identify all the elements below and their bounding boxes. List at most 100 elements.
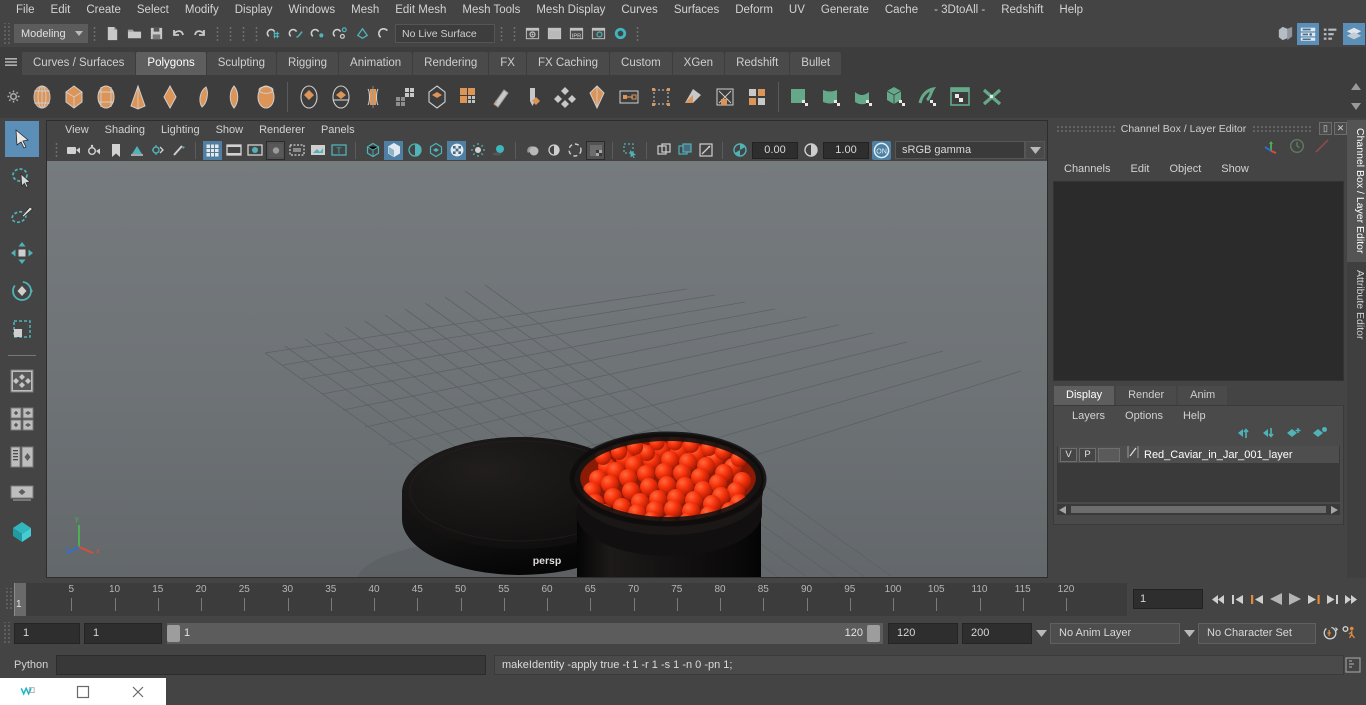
playback-end-time-field[interactable]: 120 (888, 622, 958, 644)
wireframe-icon[interactable] (363, 141, 382, 160)
viewport-menu-renderer[interactable]: Renderer (251, 121, 313, 139)
channel-menu-show[interactable]: Show (1211, 163, 1259, 175)
layer-tab-anim[interactable]: Anim (1178, 386, 1228, 405)
channel-box-content[interactable] (1053, 181, 1344, 381)
color-management-field[interactable]: sRGB gamma (895, 141, 1025, 159)
layer-menu-options[interactable]: Options (1115, 410, 1173, 422)
two-pane-layout-icon[interactable] (5, 401, 39, 437)
command-language-label[interactable]: Python (0, 659, 56, 671)
xray-active-components-icon[interactable] (675, 141, 694, 160)
menu-item-display[interactable]: Display (227, 0, 281, 20)
menu-item-mesh-tools[interactable]: Mesh Tools (454, 0, 528, 20)
use-all-lights-icon[interactable] (468, 141, 487, 160)
menu-item-edit-mesh[interactable]: Edit Mesh (387, 0, 454, 20)
poly-plane-icon[interactable] (186, 80, 218, 114)
playback-start-time-field[interactable]: 1 (84, 622, 162, 644)
auto-key-icon[interactable] (1322, 623, 1339, 643)
snap-to-projected-center-icon[interactable] (330, 24, 350, 44)
uv-editor-icon[interactable] (613, 80, 645, 114)
mirror-icon[interactable] (581, 80, 613, 114)
anim-layer-dropdown-icon[interactable] (1032, 623, 1050, 644)
bridge-icon[interactable] (421, 80, 453, 114)
menu-item-mesh-display[interactable]: Mesh Display (528, 0, 613, 20)
animation-preferences-icon[interactable] (1341, 623, 1358, 643)
range-slider-left-handle[interactable] (167, 624, 180, 642)
menu-item-file[interactable]: File (8, 0, 43, 20)
menu-item-modify[interactable]: Modify (177, 0, 227, 20)
save-scene-icon[interactable] (146, 24, 166, 44)
sculpt-surface-icon[interactable] (784, 80, 816, 114)
undock-icon[interactable]: ▯ (1319, 122, 1332, 135)
channel-menu-object[interactable]: Object (1159, 163, 1211, 175)
time-slider[interactable]: 1 5 10 15 20 25 30 35 40 45 50 55 60 65 70 75 80 85 90 95 1… (14, 582, 1127, 616)
select-tool[interactable] (5, 121, 39, 157)
view-transform-icon[interactable] (696, 141, 715, 160)
close-icon[interactable] (111, 678, 166, 705)
animation-end-time-field[interactable]: 200 (962, 622, 1032, 644)
menu-item-deform[interactable]: Deform (727, 0, 781, 20)
range-slider[interactable]: 1 120 (167, 622, 883, 644)
layer-color-swatch-icon[interactable] (1127, 445, 1140, 464)
viewport-menu-shading[interactable]: Shading (97, 121, 153, 139)
uv-planar-icon[interactable] (645, 80, 677, 114)
shelf-tab-fx[interactable]: FX (489, 52, 526, 75)
hypershade-layout-icon[interactable] (5, 515, 39, 551)
layer-playback-toggle[interactable]: P (1079, 447, 1096, 462)
scrollbar-thumb[interactable] (1071, 506, 1326, 513)
xray-icon[interactable] (620, 141, 639, 160)
command-input[interactable] (56, 655, 486, 675)
flat-shade-icon[interactable] (426, 141, 445, 160)
menu-item-mesh[interactable]: Mesh (343, 0, 387, 20)
gamma-value[interactable]: 1.00 (823, 141, 869, 159)
script-editor-icon[interactable] (1344, 656, 1362, 674)
exposure-value[interactable]: 0.00 (752, 141, 798, 159)
range-slider-right-handle[interactable] (867, 624, 880, 642)
layer-list[interactable]: V P Red_Caviar_in_Jar_001_layer (1057, 446, 1340, 502)
texture-display-icon[interactable]: T (329, 141, 348, 160)
poly-torus-icon[interactable] (154, 80, 186, 114)
poly-disc-icon[interactable] (218, 80, 250, 114)
uv-layout-icon[interactable] (741, 80, 773, 114)
menu-item-cache[interactable]: Cache (877, 0, 926, 20)
right-panel-grip-right[interactable] (1252, 125, 1311, 132)
new-scene-icon[interactable] (102, 24, 122, 44)
viewport-menu-view[interactable]: View (57, 121, 97, 139)
sculpt-grab-icon[interactable] (816, 80, 848, 114)
screen-space-ao-icon[interactable] (523, 141, 542, 160)
shelf-tab-animation[interactable]: Animation (339, 52, 413, 75)
motion-blur-icon[interactable] (544, 141, 563, 160)
gate-mask-icon[interactable] (266, 140, 285, 160)
layer-name[interactable]: Red_Caviar_in_Jar_001_layer (1144, 449, 1293, 461)
sculpt-smooth-icon[interactable] (848, 80, 880, 114)
multisample-icon[interactable] (565, 141, 584, 160)
layer-tab-display[interactable]: Display (1054, 386, 1115, 405)
live-surface-field[interactable]: No Live Surface (395, 24, 495, 43)
xray-joints-icon[interactable] (654, 141, 673, 160)
menu-item-uv[interactable]: UV (781, 0, 813, 20)
shelf-tab-xgen[interactable]: XGen (672, 52, 725, 75)
channel-menu-channels[interactable]: Channels (1054, 163, 1120, 175)
multi-cut-icon[interactable] (485, 80, 517, 114)
camera-attributes-icon[interactable] (64, 141, 83, 160)
sculpt-freeze-icon[interactable] (944, 80, 976, 114)
menu-item-curves[interactable]: Curves (613, 0, 665, 20)
menu-item-help[interactable]: Help (1051, 0, 1091, 20)
show-render-view-icon[interactable] (522, 24, 542, 44)
timeline-grip[interactable] (4, 588, 13, 610)
play-backwards-icon[interactable] (1267, 589, 1284, 609)
undo-icon[interactable] (168, 24, 188, 44)
texture-mode-icon[interactable] (447, 140, 466, 160)
menu-item-generate[interactable]: Generate (813, 0, 877, 20)
light-settings-icon[interactable] (169, 141, 188, 160)
snap-to-curve-icon[interactable] (286, 24, 306, 44)
channel-menu-edit[interactable]: Edit (1120, 163, 1159, 175)
viewport-menu-lighting[interactable]: Lighting (153, 121, 208, 139)
shelf-tab-polygons[interactable]: Polygons (136, 52, 206, 75)
shelf-tab-sculpting[interactable]: Sculpting (206, 52, 277, 75)
color-management-dropdown-icon[interactable] (1025, 141, 1045, 159)
move-layer-up-icon[interactable] (1236, 426, 1251, 444)
move-layer-down-icon[interactable] (1261, 426, 1276, 444)
shelf-tab-rendering[interactable]: Rendering (413, 52, 489, 75)
menu-item-select[interactable]: Select (129, 0, 177, 20)
outliner-icon[interactable] (1275, 24, 1295, 44)
